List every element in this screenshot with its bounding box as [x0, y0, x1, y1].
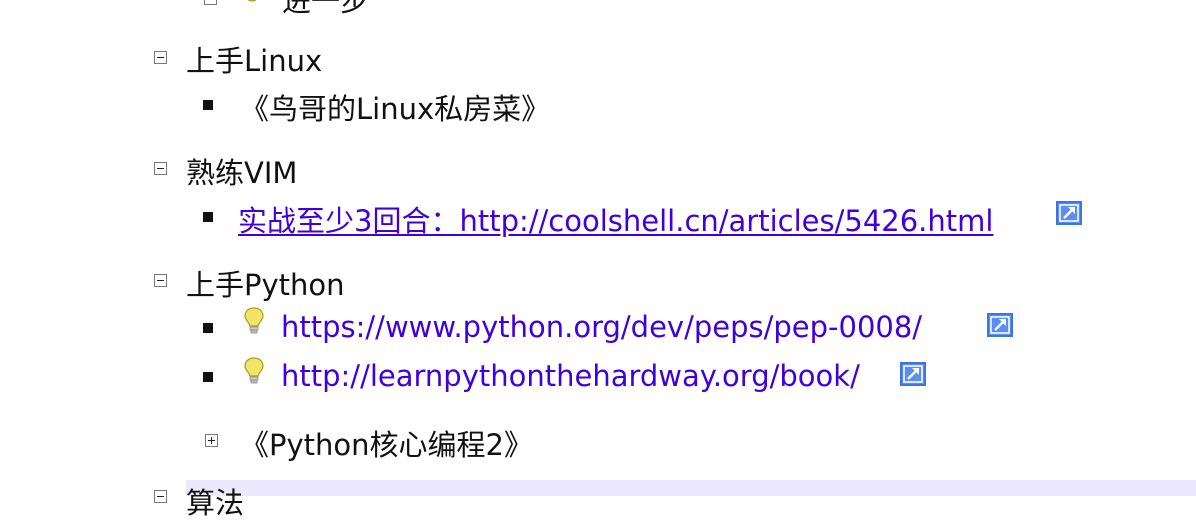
- collapse-toggle-python[interactable]: [154, 274, 167, 287]
- minus-glyph: [157, 496, 164, 497]
- book-linux: 《鸟哥的Linux私房菜》: [240, 92, 551, 126]
- collapse-toggle-top[interactable]: [204, 0, 217, 5]
- plus-glyph-v: [211, 437, 212, 444]
- list-bullet: [203, 372, 213, 382]
- lightbulb-icon: [244, 307, 264, 334]
- partial-heading-bottom: 算法: [186, 486, 245, 520]
- list-bullet: [203, 100, 213, 110]
- lightbulb-icon: [244, 357, 264, 384]
- external-link-icon[interactable]: [1056, 201, 1082, 225]
- collapse-toggle-vim[interactable]: [154, 162, 167, 175]
- minus-glyph: [157, 280, 164, 281]
- external-link-icon[interactable]: [987, 313, 1013, 337]
- external-arrow-glyph: [990, 316, 1010, 334]
- minus-glyph: [157, 168, 164, 169]
- lightbulb-icon: [247, 0, 257, 2]
- selected-row-highlight: [186, 480, 1196, 496]
- vim-practice-link[interactable]: 实战至少3回合：http://coolshell.cn/articles/542…: [238, 198, 993, 240]
- external-arrow-glyph: [903, 365, 923, 383]
- expand-toggle-python-book[interactable]: [205, 434, 218, 447]
- external-arrow-glyph: [1059, 204, 1079, 222]
- external-link-icon[interactable]: [900, 362, 926, 386]
- section-title-vim: 熟练VIM: [186, 156, 298, 190]
- lpthw-link[interactable]: http://learnpythonthehardway.org/book/: [281, 359, 860, 393]
- list-bullet: [203, 323, 213, 333]
- list-bullet: [203, 212, 213, 222]
- section-title-python: 上手Python: [186, 268, 345, 302]
- book-python-core[interactable]: 《Python核心编程2》: [240, 422, 533, 464]
- collapse-toggle-bottom[interactable]: [154, 490, 167, 503]
- collapse-toggle-linux[interactable]: [154, 51, 167, 64]
- pep8-link[interactable]: https://www.python.org/dev/peps/pep-0008…: [281, 310, 922, 344]
- partial-heading-top: 进一步: [282, 0, 370, 18]
- section-title-linux: 上手Linux: [186, 44, 323, 78]
- minus-glyph: [157, 57, 164, 58]
